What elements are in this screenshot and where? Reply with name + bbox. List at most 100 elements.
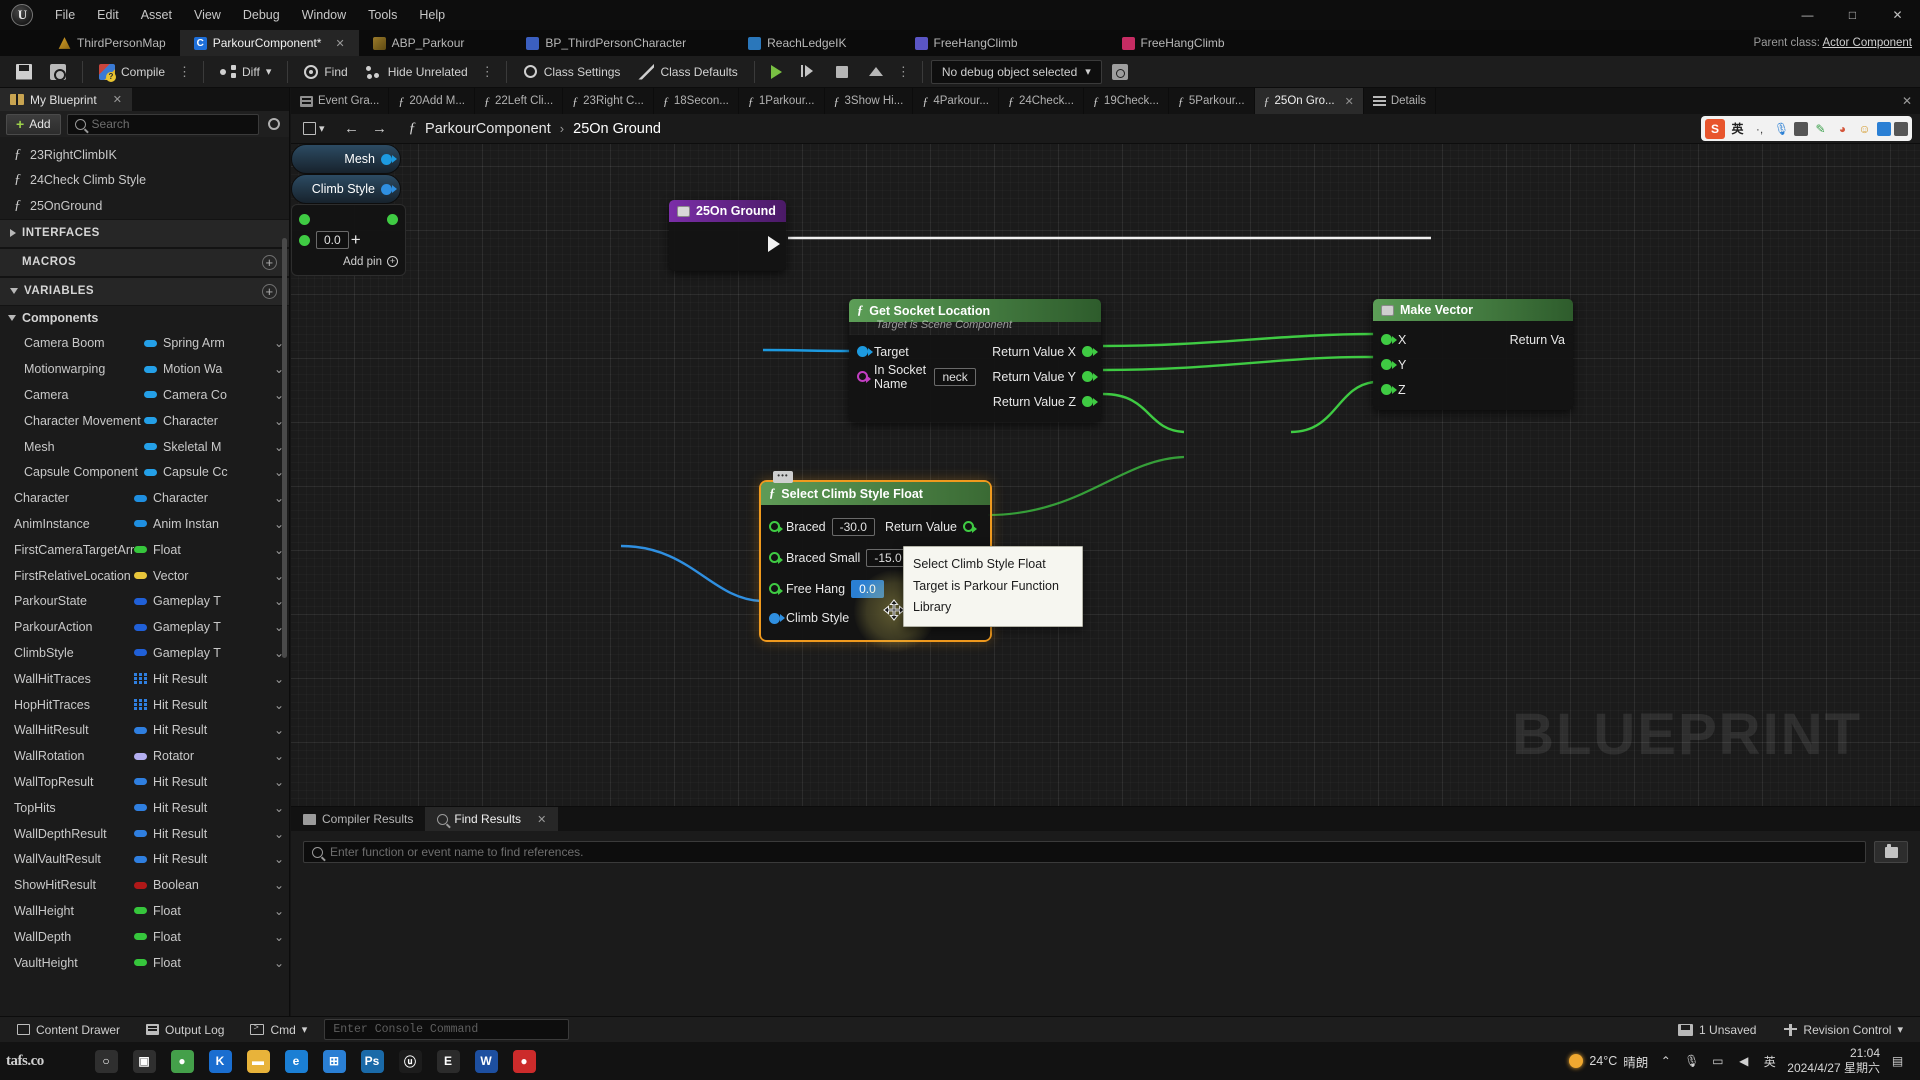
input-method-icon[interactable]: 英	[1761, 1053, 1778, 1070]
variable-row[interactable]: VaultHeight Float ⌄	[0, 950, 289, 976]
search-field[interactable]	[66, 113, 259, 135]
output-log-button[interactable]: Output Log	[137, 1019, 233, 1041]
group-components[interactable]: Components	[0, 306, 289, 331]
graph-tab-4parkour[interactable]: ƒ 4Parkour...	[913, 88, 999, 114]
input-pin-row[interactable]: In Socket Name neck	[849, 363, 984, 391]
graph-tab-details[interactable]: Details	[1364, 88, 1436, 114]
chevron-down-icon[interactable]: ⌄	[269, 878, 289, 892]
section-macros[interactable]: MACROS +	[0, 247, 289, 277]
float-pin-icon[interactable]	[299, 234, 310, 246]
input-pin-row[interactable]: Y	[1373, 352, 1502, 377]
component-row[interactable]: Camera Boom Spring Arm ⌄	[0, 331, 289, 357]
debug-camera-button[interactable]	[1104, 59, 1136, 85]
explorer-icon[interactable]: ▬	[240, 1045, 276, 1078]
variable-row[interactable]: Character Character ⌄	[0, 485, 289, 511]
left-panel-scrollbar[interactable]	[282, 238, 287, 658]
revision-control-button[interactable]: Revision Control ▾	[1775, 1019, 1912, 1041]
zoom-tool-button[interactable]: ▾	[299, 122, 329, 135]
menu-window[interactable]: Window	[291, 0, 357, 30]
keyboard-icon[interactable]	[1794, 121, 1808, 136]
float-pin-icon[interactable]	[1381, 359, 1397, 370]
variable-row[interactable]: FirstRelativeLocation Vector ⌄	[0, 563, 289, 589]
sogou-logo-icon[interactable]: S	[1705, 118, 1725, 139]
add-pin-icon[interactable]: +	[387, 256, 398, 267]
browse-button[interactable]	[42, 59, 74, 85]
search-input[interactable]	[91, 117, 251, 131]
output-pin[interactable]	[381, 153, 397, 165]
edge-icon[interactable]: e	[278, 1045, 314, 1078]
pen-icon[interactable]: ✎	[1811, 119, 1830, 138]
search-icon[interactable]: ○	[88, 1045, 124, 1078]
variable-row[interactable]: WallRotation Rotator ⌄	[0, 743, 289, 769]
close-icon[interactable]: ✕	[1894, 88, 1920, 114]
chevron-down-icon[interactable]: ⌄	[269, 801, 289, 815]
menu-asset[interactable]: Asset	[130, 0, 183, 30]
graph-tab-event-graph[interactable]: Event Gra...	[291, 88, 390, 114]
variable-row[interactable]: WallDepthResult Hit Result ⌄	[0, 821, 289, 847]
section-interfaces[interactable]: INTERFACES	[0, 218, 289, 248]
back-button[interactable]: ←	[341, 118, 363, 140]
close-icon[interactable]: ✕	[537, 813, 546, 826]
graph-tab-18secon[interactable]: ƒ 18Secon...	[654, 88, 739, 114]
task-view-icon[interactable]: ▣	[126, 1045, 162, 1078]
console-command-input[interactable]: Enter Console Command	[324, 1019, 570, 1040]
variable-row[interactable]: ParkourState Gameplay T ⌄	[0, 588, 289, 614]
notifications-icon[interactable]: ▤	[1889, 1053, 1906, 1070]
node-make-vector[interactable]: Make Vector X Y Z Return Va	[1373, 299, 1573, 410]
compile-button[interactable]: Compile	[91, 59, 173, 85]
component-row[interactable]: Motionwarping Motion Wa ⌄	[0, 356, 289, 382]
breadcrumb-root[interactable]: ParkourComponent	[425, 121, 551, 137]
variable-row[interactable]: ParkourAction Gameplay T ⌄	[0, 614, 289, 640]
diff-button[interactable]: Diff ▾	[212, 59, 279, 85]
close-icon[interactable]: ✕	[1345, 95, 1354, 108]
unsaved-button[interactable]: 1 Unsaved	[1669, 1019, 1765, 1041]
float-pin-icon[interactable]	[1082, 396, 1098, 407]
object-pin-icon[interactable]	[857, 346, 873, 357]
float-pin-icon[interactable]	[1381, 334, 1397, 345]
forward-button[interactable]: →	[369, 118, 391, 140]
component-row[interactable]: Character Movement Character ⌄	[0, 408, 289, 434]
float-pin-icon[interactable]	[299, 214, 310, 225]
save-button[interactable]	[8, 59, 40, 85]
component-row[interactable]: Capsule Component Capsule Cc ⌄	[0, 459, 289, 485]
struct-pin-icon[interactable]	[769, 612, 785, 624]
asset-tab-abp-parkour[interactable]: ABP_Parkour	[359, 30, 479, 56]
store-icon[interactable]: ⊞	[316, 1045, 352, 1078]
list-item[interactable]: ƒ 23RightClimbIK	[0, 142, 289, 168]
input-pin-row[interactable]: X	[1373, 327, 1502, 352]
grid-icon[interactable]	[1877, 121, 1891, 136]
node-mesh-getter[interactable]: Mesh	[291, 144, 401, 174]
record-icon[interactable]: ●	[506, 1045, 542, 1078]
graph-tab-1parkour[interactable]: ƒ 1Parkour...	[739, 88, 825, 114]
asset-tab-freehangclimb-mont[interactable]: FreeHangClimb	[1108, 30, 1239, 56]
tab-compiler-results[interactable]: Compiler Results	[291, 807, 425, 831]
ime-language-icon[interactable]: 英	[1728, 119, 1747, 138]
chevron-down-icon[interactable]: ⌄	[269, 852, 289, 866]
find-options-button[interactable]	[1874, 841, 1908, 863]
graph-tab-24check[interactable]: ƒ 24Check...	[999, 88, 1084, 114]
section-variables[interactable]: VARIABLES +	[0, 276, 289, 306]
hide-unrelated-button[interactable]: Hide Unrelated	[358, 59, 476, 85]
variable-row[interactable]: WallHitTraces Hit Result ⌄	[0, 666, 289, 692]
stop-button[interactable]	[826, 59, 858, 85]
variable-row[interactable]: WallHitResult Hit Result ⌄	[0, 717, 289, 743]
asset-tab-bp-thirdpersoncharacter[interactable]: BP_ThirdPersonCharacter	[512, 30, 700, 56]
unreal-icon[interactable]: ⓤ	[392, 1045, 428, 1078]
variable-row[interactable]: WallHeight Float ⌄	[0, 898, 289, 924]
variable-row[interactable]: WallTopResult Hit Result ⌄	[0, 769, 289, 795]
palette-icon[interactable]: ◕	[1833, 119, 1852, 138]
asset-tab-reachledgeik[interactable]: ReachLedgeIK	[734, 30, 860, 56]
component-row[interactable]: Mesh Skeletal M ⌄	[0, 434, 289, 460]
add-value-input[interactable]: 0.0	[316, 231, 349, 249]
chevron-down-icon[interactable]: ⌄	[269, 672, 289, 686]
name-pin-icon[interactable]	[857, 371, 871, 383]
graph-tab-22leftcli[interactable]: ƒ 22Left Cli...	[475, 88, 564, 114]
class-defaults-button[interactable]: Class Defaults	[630, 59, 745, 85]
float-pin-icon[interactable]	[769, 583, 783, 595]
component-row[interactable]: Camera Camera Co ⌄	[0, 382, 289, 408]
socket-name-input[interactable]: neck	[934, 367, 977, 386]
graph-tab-20addm[interactable]: ƒ 20Add M...	[389, 88, 475, 114]
play-options-icon[interactable]: ⋮	[894, 64, 914, 80]
free-hang-value-input[interactable]: 0.0	[851, 579, 884, 598]
output-pin-row[interactable]: Return Value X	[984, 339, 1101, 364]
